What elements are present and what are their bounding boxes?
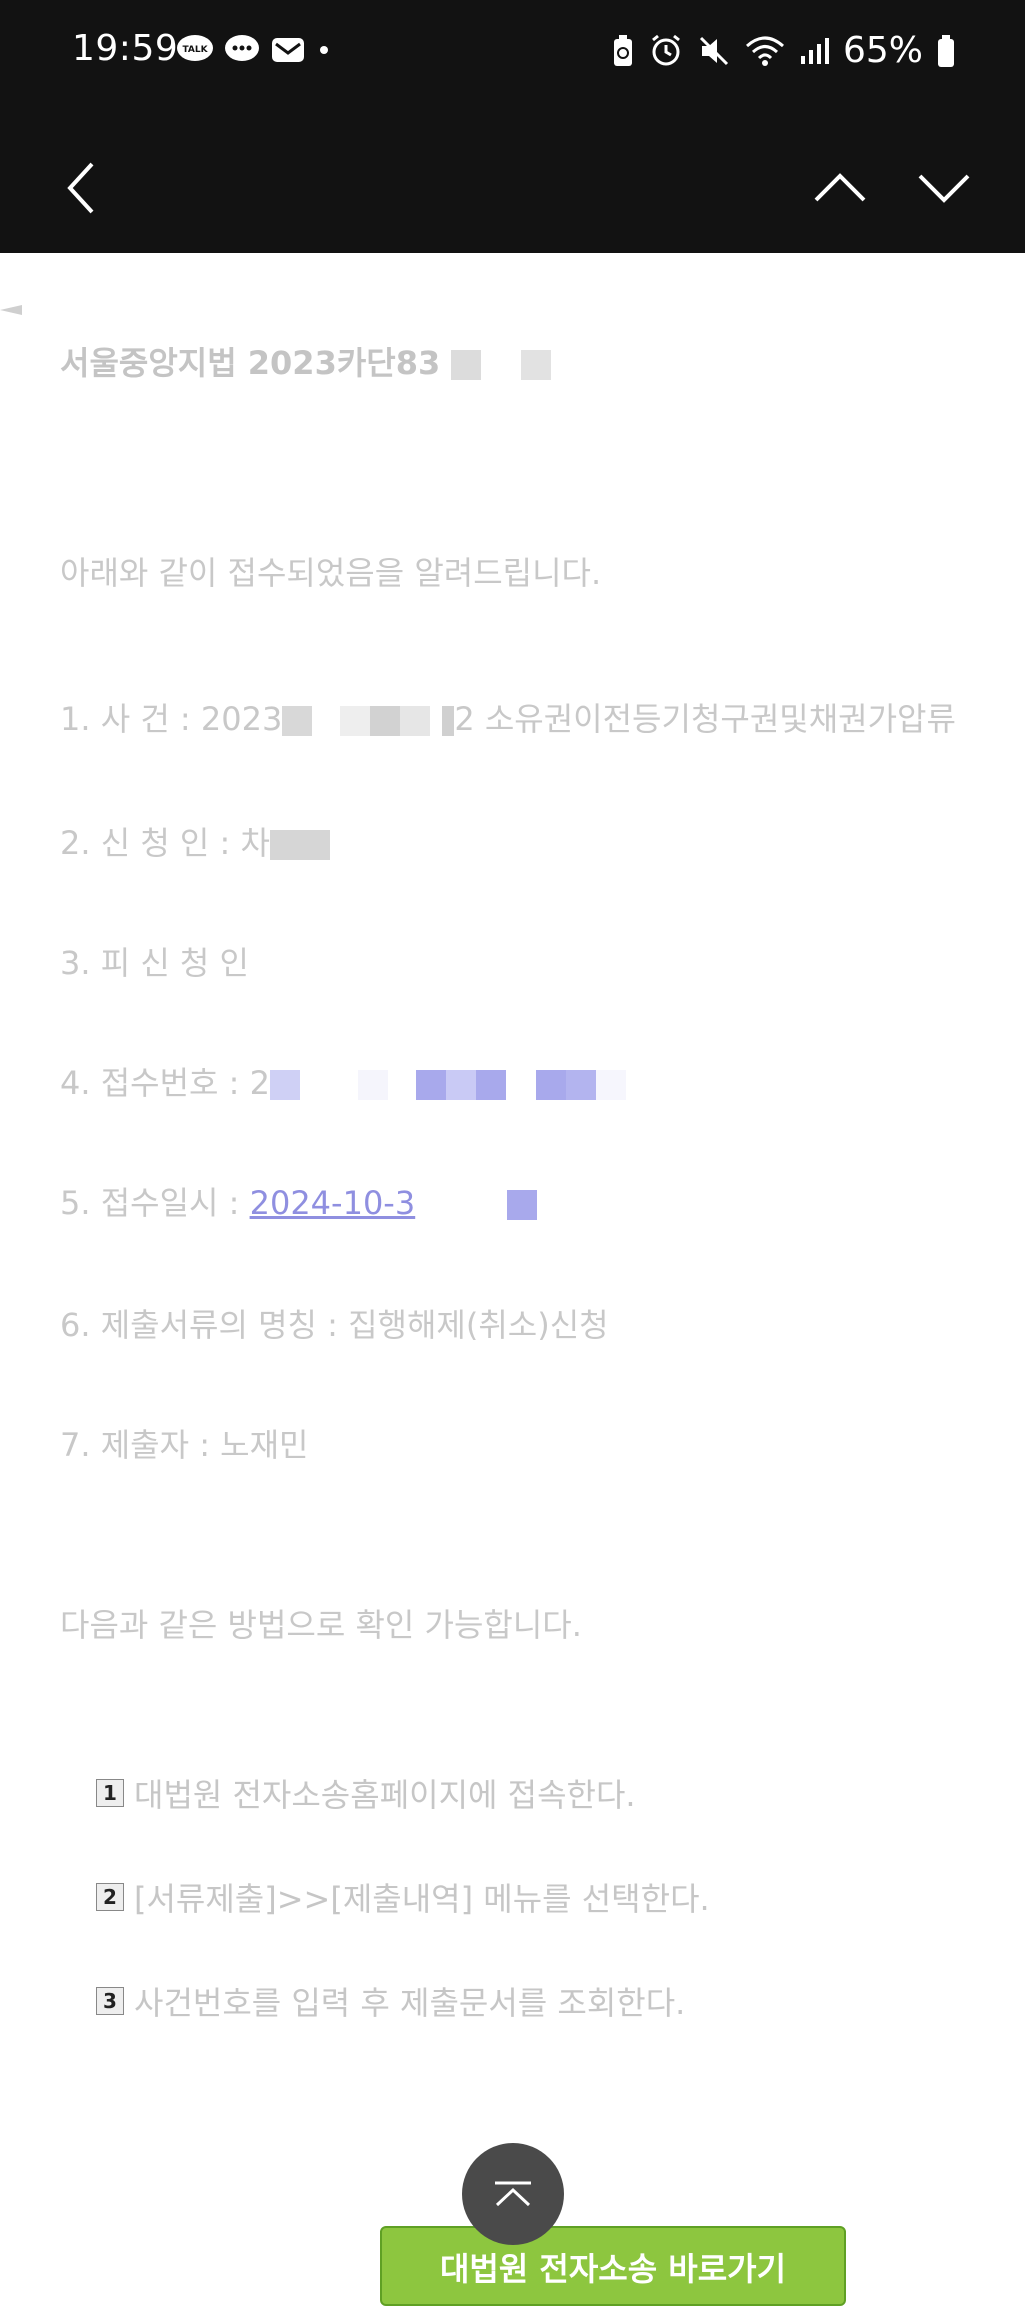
item-document-name: 6. 제출서류의 명칭 : 집행해제(취소)신청 xyxy=(60,1306,609,1344)
redacted-block xyxy=(340,706,371,736)
item-case-suffix: 2 소유권이전등기청구권및채권가압류 xyxy=(454,700,956,738)
battery-saver-icon xyxy=(613,34,632,66)
mail-icon xyxy=(272,38,304,62)
redacted-block xyxy=(282,706,313,736)
redacted-block xyxy=(451,350,482,380)
step-3: 3 사건번호를 입력 후 제출문서를 조회한다. xyxy=(96,1978,685,2024)
step-1: 1 대법원 전자소송홈페이지에 접속한다. xyxy=(96,1770,636,1816)
status-bar: 19:59 TALK 65% xyxy=(0,0,1025,108)
step-number: 3 xyxy=(96,1987,124,2015)
item-case-label: 1. 사 건 : 2023 xyxy=(60,700,283,738)
case-title: 서울중앙지법 2023카단83 xyxy=(60,344,441,382)
redacted-block xyxy=(535,1070,566,1100)
battery-icon xyxy=(938,34,954,67)
method-intro: 다음과 같은 방법으로 확인 가능합니다. xyxy=(60,1606,582,1644)
item-applicant: 2. 신 청 인 : 차 xyxy=(60,818,330,864)
dot-icon xyxy=(320,46,328,54)
notification-icons: TALK xyxy=(176,34,332,66)
item-receipt-date-label: 5. 접수일시 : xyxy=(60,1184,250,1222)
step-text: 사건번호를 입력 후 제출문서를 조회한다. xyxy=(134,1984,686,2022)
signal-icon xyxy=(800,37,829,64)
wifi-icon xyxy=(745,36,784,66)
redacted-block xyxy=(475,1070,506,1100)
step-2: 2 [서류제출]>>[제출내역] 메뉴를 선택한다. xyxy=(96,1874,710,1920)
back-arrow-icon xyxy=(67,162,94,214)
redacted-block xyxy=(507,1190,538,1220)
alarm-icon xyxy=(652,34,680,65)
redacted-block xyxy=(400,706,431,736)
chevron-up-icon xyxy=(495,2181,531,2207)
receipt-date-link[interactable]: 2024-10-3 xyxy=(250,1184,416,1222)
redacted-block xyxy=(442,706,455,736)
redacted-block xyxy=(520,350,551,380)
redacted-block xyxy=(370,706,401,736)
step-text: 대법원 전자소송홈페이지에 접속한다. xyxy=(134,1776,636,1814)
item-receipt-date: 5. 접수일시 : 2024-10-3 xyxy=(60,1178,538,1224)
item-respondent: 3. 피 신 청 인 xyxy=(60,944,249,982)
item-receipt-number-label: 4. 접수번호 : 2 xyxy=(60,1064,270,1102)
svg-text:TALK: TALK xyxy=(182,45,208,55)
redacted-block xyxy=(357,1070,388,1100)
item-case: 1. 사 건 : 2023 2 소유권이전등기청구권및채권가압류 xyxy=(60,694,956,740)
top-navigation-bar xyxy=(0,108,1025,253)
redacted-block xyxy=(415,1070,446,1100)
redacted-block xyxy=(595,1070,626,1100)
intro-text: 아래와 같이 접수되었음을 알려드립니다. xyxy=(60,554,602,592)
system-icons: 65% xyxy=(611,30,955,71)
supreme-court-ecourt-button[interactable]: 대법원 전자소송 바로가기 xyxy=(380,2226,846,2306)
redacted-block xyxy=(565,1070,596,1100)
mute-icon xyxy=(699,36,729,65)
next-button[interactable] xyxy=(914,158,974,218)
redacted-block xyxy=(269,830,330,860)
step-number: 2 xyxy=(96,1883,124,1911)
edge-decoration xyxy=(0,305,22,315)
status-time: 19:59 xyxy=(72,28,179,69)
chevron-up-icon xyxy=(814,173,866,202)
chevron-down-icon xyxy=(918,174,970,203)
item-submitter: 7. 제출자 : 노재민 xyxy=(60,1426,309,1464)
chat-bubble-icon xyxy=(225,35,259,61)
kakaotalk-icon: TALK xyxy=(177,35,213,61)
button-label: 대법원 전자소송 바로가기 xyxy=(439,2250,787,2288)
item-receipt-number: 4. 접수번호 : 2 xyxy=(60,1058,626,1104)
back-button[interactable] xyxy=(52,158,112,218)
redacted-block xyxy=(269,1070,300,1100)
previous-button[interactable] xyxy=(810,158,870,218)
step-number: 1 xyxy=(96,1779,124,1807)
battery-percentage: 65% xyxy=(842,30,923,71)
step-text: [서류제출]>>[제출내역] 메뉴를 선택한다. xyxy=(134,1880,710,1918)
scroll-to-top-button[interactable] xyxy=(462,2143,564,2245)
item-applicant-label: 2. 신 청 인 : 차 xyxy=(60,824,270,862)
redacted-block xyxy=(445,1070,476,1100)
case-title-row: 서울중앙지법 2023카단83 xyxy=(60,338,551,384)
